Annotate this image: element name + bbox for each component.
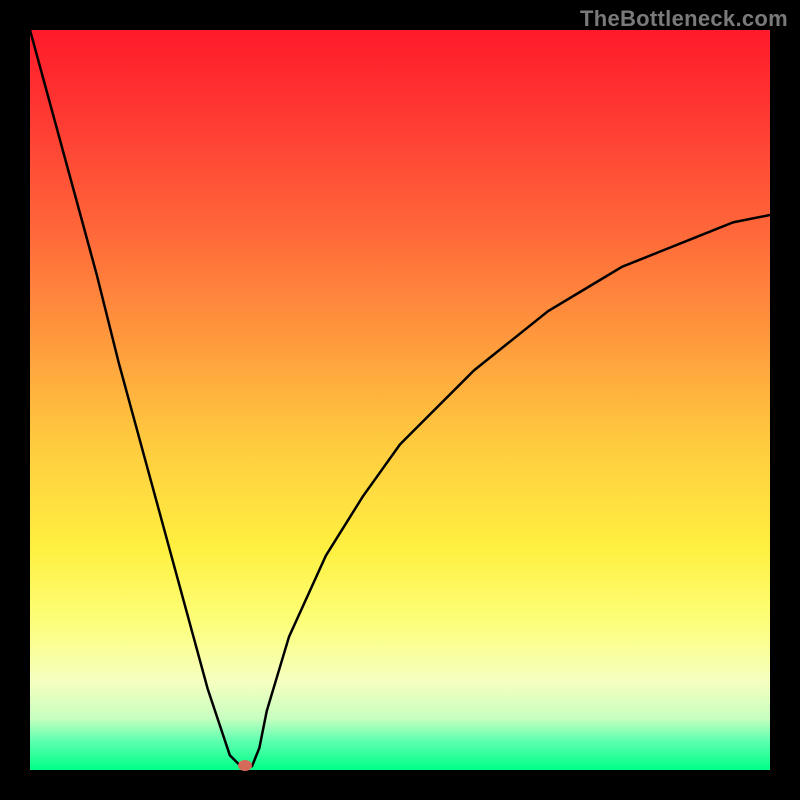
chart-container: TheBottleneck.com: [0, 0, 800, 800]
bottleneck-curve-path: [30, 30, 770, 766]
curve-svg: [30, 30, 770, 770]
attribution-label: TheBottleneck.com: [580, 6, 788, 32]
plot-area: [30, 30, 770, 770]
min-marker: [238, 760, 252, 771]
